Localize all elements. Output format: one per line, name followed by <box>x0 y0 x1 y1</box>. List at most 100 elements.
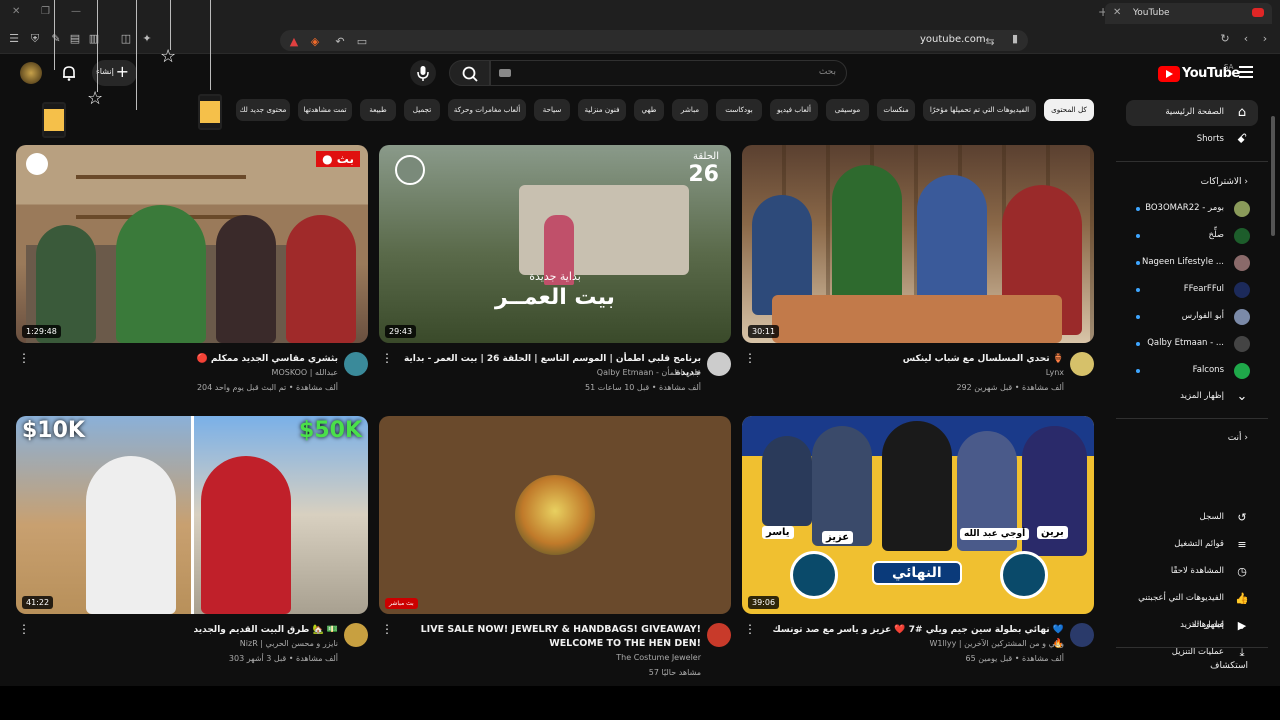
filter-chip[interactable]: سياحة <box>534 99 570 121</box>
more-actions-icon[interactable]: ⋮ <box>744 352 756 366</box>
sidebar-subscription-item[interactable]: Nageen Lifestyle ... <box>1126 250 1258 276</box>
history-toolbar-icon[interactable]: ▤ <box>69 33 81 45</box>
sidebar-subscription-item[interactable]: Qalby Etmaan - ... <box>1126 331 1258 357</box>
forward-icon[interactable]: › <box>1259 33 1271 45</box>
more-actions-icon[interactable]: ⋮ <box>18 352 30 366</box>
site-settings-icon[interactable]: ⇆ <box>984 36 996 48</box>
account-avatar[interactable] <box>20 62 42 84</box>
video-thumbnail[interactable]: برين أوجي عبد الله عزيز ياسر النهائي 39:06 <box>742 416 1094 614</box>
channel-avatar[interactable] <box>344 352 368 376</box>
filter-chip[interactable]: بودكاست <box>716 99 762 121</box>
video-thumbnail[interactable]: بث مباشر <box>379 416 731 614</box>
back-icon[interactable]: ‹ <box>1240 33 1252 45</box>
share-icon[interactable]: ↶ <box>334 36 346 48</box>
address-bar[interactable]: ▲ ◈ ↶ ▭ youtube.com ⇆ <box>280 30 1028 51</box>
sidebar-subscription-item[interactable]: صلِّخ <box>1126 223 1258 249</box>
bookmark-icon[interactable]: ▮ <box>1009 33 1021 45</box>
sidebar-toggle-icon[interactable]: ▥ <box>88 33 100 45</box>
channel-avatar[interactable] <box>344 623 368 647</box>
filter-chip[interactable]: تجميل <box>404 99 440 121</box>
filter-chip[interactable]: مباشر <box>672 99 708 121</box>
filter-chip[interactable]: تمت مشاهدتها <box>298 99 352 121</box>
filter-chip[interactable]: محتوى جديد لك <box>236 99 290 121</box>
tab-youtube[interactable]: ✕ YouTube <box>1105 3 1272 24</box>
notifications-button[interactable] <box>60 64 78 82</box>
guide-menu-icon[interactable] <box>1239 66 1253 78</box>
close-window-icon[interactable]: ✕ <box>12 6 20 17</box>
video-title[interactable]: LIVE SALE NOW! JEWELRY & HANDBAGS! GIVEA… <box>401 623 701 651</box>
subscriptions-heading[interactable]: الاشتراكات › <box>1201 177 1248 187</box>
channel-name[interactable]: NizR | نايزر و محسن الحربي <box>240 639 338 648</box>
live-duration-badge: بث مباشر <box>385 598 418 609</box>
channel-avatar[interactable] <box>1070 352 1094 376</box>
sidebar-show-more-you[interactable]: ⌄ إظهار المزيد <box>1126 613 1258 639</box>
filter-chip[interactable]: طهي <box>634 99 664 121</box>
you-heading[interactable]: أنت › <box>1228 433 1248 443</box>
star-string <box>170 0 171 50</box>
shield-icon[interactable]: ⛨ <box>29 33 41 45</box>
search-input[interactable]: بحث <box>490 60 847 86</box>
brave-shields-icon[interactable]: ◈ <box>309 36 321 48</box>
channel-avatar[interactable] <box>707 352 731 376</box>
search-button[interactable] <box>449 60 490 86</box>
more-actions-icon[interactable]: ⋮ <box>18 623 30 637</box>
new-content-dot <box>1136 315 1140 319</box>
menu-icon[interactable]: ☰ <box>8 33 20 45</box>
filter-chip[interactable]: فنون منزلية <box>578 99 626 121</box>
chevron-down-icon: ⌄ <box>1236 618 1248 633</box>
more-actions-icon[interactable]: ⋮ <box>381 623 393 637</box>
channel-name[interactable]: Qalby Etmaan - قلبي اطمأن <box>597 368 701 377</box>
keyboard-icon[interactable] <box>499 69 511 77</box>
extensions-icon[interactable]: ✦ <box>141 33 153 45</box>
close-tab-icon[interactable]: ✕ <box>1113 7 1121 18</box>
video-thumbnail[interactable]: ● بث 1:29:48 <box>16 145 368 343</box>
sidebar-you-item[interactable]: 👍 الفيديوهات التي أعجبتني <box>1126 586 1258 612</box>
reader-mode-icon[interactable]: ▭ <box>356 36 368 48</box>
sidebar-you-item[interactable]: ↺ السجل <box>1126 505 1258 531</box>
team-badge-icon <box>790 551 838 599</box>
restore-window-icon[interactable]: ❐ <box>41 6 50 17</box>
wallet-icon[interactable]: ✎ <box>50 33 62 45</box>
sidebar-subscription-item[interactable]: FFearFFul <box>1126 277 1258 303</box>
channel-avatar[interactable] <box>1070 623 1094 647</box>
history-icon: ↺ <box>1237 511 1247 524</box>
sidebar-you-item[interactable]: ≡ قوائم التشغيل <box>1126 532 1258 558</box>
more-actions-icon[interactable]: ⋮ <box>381 352 393 366</box>
video-thumbnail[interactable]: $10K $50K 41:22 <box>16 416 368 614</box>
create-button[interactable]: + إنشاء <box>92 60 137 86</box>
voice-search-button[interactable] <box>410 60 436 86</box>
screenshot-icon[interactable]: ◫ <box>120 33 132 45</box>
sidebar-subscription-item[interactable]: BO3OMAR22 - بومر <box>1126 196 1258 222</box>
channel-avatar[interactable] <box>707 623 731 647</box>
channel-name[interactable]: The Costume Jeweler <box>616 653 701 662</box>
sidebar-item-shorts[interactable]: ꗃ Shorts <box>1126 127 1258 153</box>
filter-chip[interactable]: الفيديوهات التي تم تحميلها مؤخرًا <box>923 99 1036 121</box>
filter-chip[interactable]: كل المحتوى <box>1044 99 1094 121</box>
video-title[interactable]: طرق البيت القديم والجديد 🏡 💵 <box>38 623 338 637</box>
sidebar-subscription-item[interactable]: أبو الفوارس <box>1126 304 1258 330</box>
channel-name[interactable]: Lynx <box>1046 368 1064 377</box>
filter-chip[interactable]: منكسات <box>877 99 915 121</box>
filter-chip[interactable]: ألعاب مغامرات وحركة <box>448 99 526 121</box>
channel-name[interactable]: MOSKOO | عبدالله <box>272 368 338 377</box>
reload-icon[interactable]: ↻ <box>1219 33 1231 45</box>
brave-rewards-icon[interactable]: ▲ <box>288 36 300 48</box>
more-actions-icon[interactable]: ⋮ <box>744 623 756 637</box>
video-title[interactable]: تحدي المسلسال مع شباب لينكس 🏺 <box>764 352 1064 366</box>
video-thumbnail[interactable]: 30:11 <box>742 145 1094 343</box>
region-code: SA <box>1224 63 1234 71</box>
lantern-string <box>136 0 137 110</box>
page-scrollbar[interactable] <box>1271 116 1275 236</box>
filter-chip[interactable]: ألعاب فيديو <box>770 99 818 121</box>
sidebar-show-more-subscriptions[interactable]: ⌄ إظهار المزيد <box>1126 384 1258 410</box>
video-title[interactable]: 🔴 بثشري مقاسي الجديد ممكلم <box>38 352 339 366</box>
filter-chip[interactable]: موسيقى <box>826 99 869 121</box>
sidebar-item-home[interactable]: ⌂ الصفحة الرئيسية <box>1126 100 1258 126</box>
sidebar-subscription-item[interactable]: Falcons <box>1126 358 1258 384</box>
sidebar-you-item[interactable]: ◷ المشاهدة لاحقًا <box>1126 559 1258 585</box>
youtube-logo[interactable]: YouTube SA <box>1158 63 1240 83</box>
filter-chip[interactable]: طبيعة <box>360 99 396 121</box>
video-thumbnail[interactable]: الحلقة 26 بداية جديدة بيت العمــر 29:43 <box>379 145 731 343</box>
channel-name[interactable]: W1llyy | ويلي و من المشتركين الآخرين <box>929 639 1064 648</box>
minimize-window-icon[interactable]: — <box>71 6 81 17</box>
